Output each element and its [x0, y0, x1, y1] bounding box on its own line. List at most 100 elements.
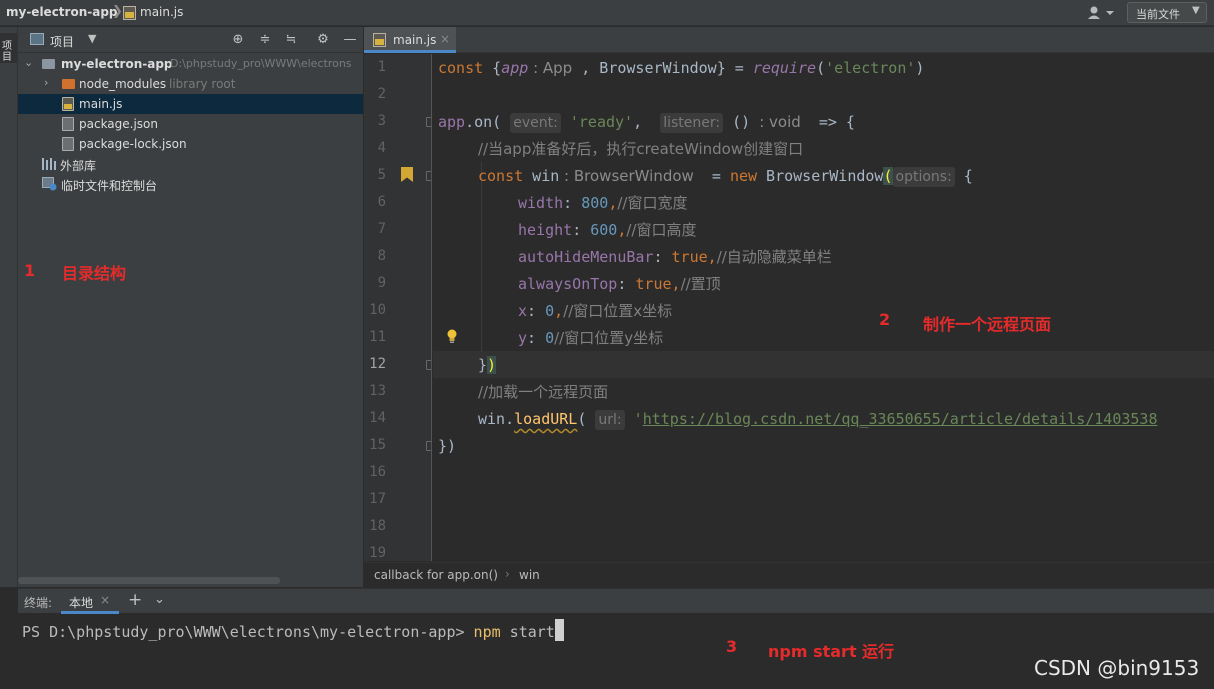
collapse-all-icon[interactable]: ≒ [281, 30, 301, 50]
annotation-number: 1 [24, 261, 36, 280]
parameter-hint: event: [510, 113, 561, 133]
add-icon[interactable]: + [128, 590, 142, 610]
project-panel: 项目 ▼ ⊕ ≑ ≒ ⚙ — ⌄ my-electron-app D:\phps… [18, 27, 363, 587]
tree-item-label: package-lock.json [79, 137, 187, 151]
settings-icon[interactable]: ⚙ [313, 30, 333, 50]
tree-item-scratches[interactable]: 临时文件和控制台 [18, 174, 363, 194]
chevron-right-icon: › [505, 567, 510, 581]
line-number: 15 [369, 437, 386, 453]
line-number: 10 [369, 302, 386, 318]
fold-marker-icon[interactable] [426, 117, 431, 127]
project-panel-header: 项目 ▼ ⊕ ≑ ≒ ⚙ — [18, 27, 363, 53]
line-number: 9 [377, 275, 386, 291]
tree-item-package-json[interactable]: package.json [18, 114, 363, 134]
line-number: 19 [369, 545, 386, 561]
breadcrumb-file[interactable]: main.js [140, 5, 183, 19]
tree-item-path: D:\phpstudy_pro\WWW\electrons [170, 57, 352, 70]
line-number: 8 [377, 248, 386, 264]
code-line-5: const win : BrowserWindow = new BrowserW… [478, 167, 973, 187]
line-number: 1 [377, 59, 386, 75]
code-line-3: app.on( event: 'ready', listener: () : v… [438, 113, 855, 133]
project-panel-title[interactable]: 项目 [50, 33, 74, 50]
annotation-number: 2 [879, 310, 891, 329]
fold-marker-icon[interactable] [426, 360, 431, 370]
tool-window-stripe: 项目 [0, 27, 18, 587]
line-number-current: 12 [369, 356, 386, 372]
js-file-icon [62, 97, 74, 111]
code-line-1: const {app : App , BrowserWindow} = requ… [438, 59, 925, 77]
breadcrumb-item[interactable]: callback for app.on() [374, 568, 498, 582]
folder-icon [42, 59, 55, 69]
terminal-command: npm [473, 623, 501, 641]
tree-item-label: main.js [79, 97, 123, 111]
code-line-13: //加载一个远程页面 [478, 383, 609, 401]
breadcrumb-project[interactable]: my-electron-app [6, 5, 118, 19]
json-file-icon [62, 137, 74, 151]
terminal-argument: start [500, 623, 555, 641]
code-line-11: y: 0//窗口位置y坐标 [518, 329, 664, 347]
indent-guide [481, 162, 482, 352]
line-number: 4 [377, 140, 386, 156]
tree-item-main-js[interactable]: main.js [18, 94, 363, 114]
folder-icon [62, 79, 75, 89]
editor-gutter: 1 2 3 4 5 6 7 8 9 10 11 12 13 14 15 16 1… [364, 54, 432, 561]
code-breadcrumb-bar: callback for app.on() › win [364, 562, 1214, 587]
line-number: 2 [377, 86, 386, 102]
tree-item-label: node_modules [79, 77, 167, 91]
user-menu[interactable] [1087, 4, 1117, 22]
chevron-down-icon[interactable]: ⌄ [24, 56, 33, 69]
tree-item-package-lock-json[interactable]: package-lock.json [18, 134, 363, 154]
horizontal-scrollbar[interactable] [18, 577, 280, 584]
hide-icon[interactable]: — [340, 30, 360, 50]
parameter-hint: url: [595, 410, 625, 430]
tab-main-js[interactable]: main.js × [364, 27, 456, 53]
line-number: 6 [377, 194, 386, 210]
url-link[interactable]: https://blog.csdn.net/qq_33650655/articl… [643, 410, 1158, 428]
tree-item-label: 临时文件和控制台 [61, 179, 158, 193]
terminal-tab-local[interactable]: 本地 × [61, 589, 119, 614]
fold-marker-icon[interactable] [426, 441, 431, 451]
project-tool-window-tab[interactable]: 项目 [0, 33, 17, 63]
project-view-icon [30, 33, 44, 45]
run-configuration-label: 当前文件 [1136, 8, 1180, 21]
tree-item-node-modules[interactable]: › node_modules library root [18, 74, 363, 94]
code-line-6: width: 800,//窗口宽度 [518, 194, 688, 212]
js-file-icon [373, 33, 386, 47]
annotation-text: npm start 运行 [768, 642, 895, 661]
breadcrumb-separator: ❯ [112, 4, 123, 19]
json-file-icon [62, 117, 74, 131]
line-number: 11 [369, 329, 386, 345]
tree-item-project-root[interactable]: ⌄ my-electron-app D:\phpstudy_pro\WWW\el… [18, 54, 363, 74]
annotation-number: 3 [726, 637, 738, 656]
parameter-hint: options: [892, 167, 955, 187]
tree-item-label: package.json [79, 117, 159, 131]
chevron-down-icon[interactable]: ▼ [88, 32, 96, 45]
code-line-4: //当app准备好后，执行createWindow创建窗口 [478, 140, 804, 158]
code-editor[interactable]: const {app : App , BrowserWindow} = requ… [433, 54, 1214, 561]
code-line-12: }) [478, 356, 497, 374]
line-number: 3 [377, 113, 386, 129]
breadcrumb-item[interactable]: win [519, 568, 540, 582]
line-number: 17 [369, 491, 386, 507]
chevron-down-icon[interactable]: ⌄ [154, 592, 165, 607]
chevron-right-icon[interactable]: › [44, 76, 48, 89]
js-file-icon [123, 6, 136, 20]
terminal-title: 终端: [24, 596, 53, 610]
chevron-down-icon: ▼ [1192, 5, 1200, 16]
tree-item-label: 外部库 [60, 159, 97, 173]
library-icon [42, 158, 56, 170]
expand-all-icon[interactable]: ≑ [255, 30, 275, 50]
line-number: 5 [377, 167, 386, 183]
terminal-prompt: PS D:\phpstudy_pro\WWW\electrons\my-elec… [22, 623, 474, 641]
run-configuration-select[interactable]: 当前文件 ▼ [1127, 2, 1207, 23]
lightbulb-icon[interactable] [446, 329, 458, 343]
close-icon[interactable]: × [100, 593, 110, 607]
text-cursor [554, 619, 564, 641]
close-icon[interactable]: × [440, 32, 450, 46]
locate-icon[interactable]: ⊕ [228, 30, 248, 50]
scratch-icon [42, 177, 57, 191]
line-number: 13 [369, 383, 386, 399]
fold-marker-icon[interactable] [426, 171, 431, 181]
tree-item-external-libraries[interactable]: 外部库 [18, 154, 363, 174]
line-number: 14 [369, 410, 386, 426]
